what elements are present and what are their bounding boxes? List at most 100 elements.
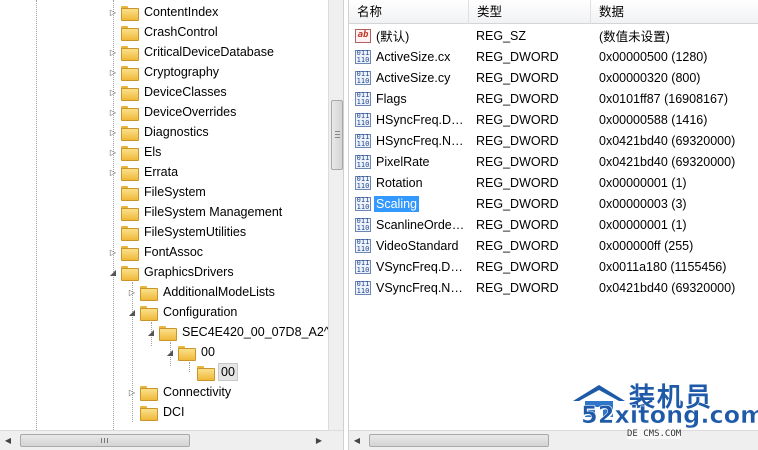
expand-arrow-icon[interactable]: ▷ bbox=[108, 47, 118, 57]
tree-item[interactable]: CrashControl bbox=[108, 22, 220, 42]
value-name-cell: 011 110 HSyncFreq.Nu... bbox=[349, 133, 469, 149]
folder-icon bbox=[121, 205, 139, 221]
tree-item[interactable]: ▷ Errata bbox=[108, 162, 180, 182]
tree-item[interactable]: FileSystem Management bbox=[108, 202, 284, 222]
value-type: REG_DWORD bbox=[476, 175, 559, 190]
scroll-grip-line bbox=[335, 137, 340, 138]
value-row[interactable]: 011 110 VideoStandard REG_DWORD 0x000000ff … bbox=[349, 235, 758, 256]
value-data: 0x0421bd40 (69320000) bbox=[599, 133, 736, 148]
collapse-arrow-icon[interactable]: ◢ bbox=[146, 327, 156, 337]
value-data: 0x0011a180 (1155456) bbox=[599, 259, 727, 274]
binary-value-icon: 011 110 bbox=[355, 111, 371, 127]
expand-arrow-icon[interactable]: ▷ bbox=[108, 247, 118, 257]
expand-arrow-icon[interactable]: ▷ bbox=[108, 147, 118, 157]
scroll-left-arrow-icon[interactable]: ◀ bbox=[0, 431, 16, 449]
column-header-name[interactable]: 名称 bbox=[349, 0, 469, 24]
tree-item[interactable]: ▷ Els bbox=[108, 142, 163, 162]
collapse-arrow-icon[interactable]: ◢ bbox=[127, 307, 137, 317]
tree-item-label: Els bbox=[144, 145, 162, 159]
tree-vertical-scroll-thumb[interactable] bbox=[331, 100, 343, 170]
value-type: REG_DWORD bbox=[476, 112, 559, 127]
value-name: ActiveSize.cy bbox=[376, 70, 451, 85]
folder-icon bbox=[121, 65, 139, 81]
list-horizontal-scroll-thumb[interactable] bbox=[369, 434, 549, 447]
tree-item[interactable]: ◢ 00 bbox=[165, 342, 217, 362]
value-name-cell: 011 110 Rotation bbox=[349, 175, 469, 191]
no-expander bbox=[184, 367, 194, 377]
tree-item[interactable]: DCI bbox=[127, 402, 187, 422]
binary-value-icon: 011 110 bbox=[355, 48, 371, 64]
tree-item[interactable]: ▷ Diagnostics bbox=[108, 122, 211, 142]
no-expander bbox=[108, 207, 118, 217]
value-row[interactable]: 011 110 Scaling REG_DWORD 0x00000003 (3) bbox=[349, 193, 758, 214]
tree-horizontal-scrollbar[interactable]: ◀ ▶ bbox=[0, 430, 343, 450]
tree-item-label: DeviceClasses bbox=[144, 85, 227, 99]
expand-arrow-icon[interactable]: ▷ bbox=[108, 67, 118, 77]
tree-item[interactable]: ◢ SEC4E420_00_07D8_A2^C bbox=[146, 322, 341, 342]
value-row[interactable]: 011 110 Flags REG_DWORD 0x0101ff87 (1690816… bbox=[349, 88, 758, 109]
value-data: 0x0101ff87 (16908167) bbox=[599, 91, 729, 106]
folder-icon bbox=[140, 385, 158, 401]
value-data: 0x00000588 (1416) bbox=[599, 112, 708, 127]
scroll-left-arrow-icon[interactable]: ◀ bbox=[349, 431, 365, 449]
value-type: REG_DWORD bbox=[476, 259, 559, 274]
registry-values-list[interactable]: 名称 类型 数据 ab (默认) REG_SZ (数值未设置) 011 110 Activ… bbox=[348, 0, 758, 450]
folder-icon bbox=[140, 405, 158, 421]
tree-item[interactable]: ▷ AdditionalModeLists bbox=[127, 282, 277, 302]
registry-key-tree[interactable]: ▷ ContentIndex CrashControl ▷ CriticalDevice… bbox=[0, 0, 344, 450]
column-header-type[interactable]: 类型 bbox=[469, 0, 591, 24]
expand-arrow-icon[interactable]: ▷ bbox=[108, 127, 118, 137]
expand-arrow-icon[interactable]: ▷ bbox=[108, 87, 118, 97]
value-name: HSyncFreq.Den... bbox=[376, 112, 469, 127]
value-row[interactable]: 011 110 HSyncFreq.Nu... REG_DWORD 0x0421bd4… bbox=[349, 130, 758, 151]
tree-item[interactable]: ▷ DeviceOverrides bbox=[108, 102, 238, 122]
value-row[interactable]: 011 110 VSyncFreq.Nu... REG_DWORD 0x0421bd4… bbox=[349, 277, 758, 298]
binary-value-icon: 011 110 bbox=[355, 216, 371, 232]
tree-item[interactable]: ▷ FontAssoc bbox=[108, 242, 205, 262]
tree-horizontal-scroll-thumb[interactable] bbox=[20, 434, 190, 447]
scroll-right-arrow-icon[interactable]: ▶ bbox=[311, 431, 327, 449]
folder-icon bbox=[121, 25, 139, 41]
tree-item[interactable]: ▷ ContentIndex bbox=[108, 2, 220, 22]
value-row[interactable]: ab (默认) REG_SZ (数值未设置) bbox=[349, 25, 758, 46]
value-row[interactable]: 011 110 ActiveSize.cy REG_DWORD 0x00000320 … bbox=[349, 67, 758, 88]
expand-arrow-icon[interactable]: ▷ bbox=[108, 107, 118, 117]
binary-value-icon: 011 110 bbox=[355, 195, 371, 211]
tree-item[interactable]: ▷ DeviceClasses bbox=[108, 82, 229, 102]
tree-item[interactable]: ◢ GraphicsDrivers bbox=[108, 262, 236, 282]
tree-item[interactable]: ▷ CriticalDeviceDatabase bbox=[108, 42, 276, 62]
folder-icon bbox=[178, 345, 196, 361]
collapse-arrow-icon[interactable]: ◢ bbox=[165, 347, 175, 357]
value-row[interactable]: 011 110 ActiveSize.cx REG_DWORD 0x00000500 … bbox=[349, 46, 758, 67]
tree-item[interactable]: 00 bbox=[184, 362, 238, 382]
tree-item[interactable]: FileSystem bbox=[108, 182, 208, 202]
tree-item[interactable]: FileSystemUtilities bbox=[108, 222, 248, 242]
expand-arrow-icon[interactable]: ▷ bbox=[108, 167, 118, 177]
binary-value-icon: 011 110 bbox=[355, 258, 371, 274]
value-type: REG_DWORD bbox=[476, 154, 559, 169]
tree-item-label: Errata bbox=[144, 165, 179, 179]
tree-item[interactable]: ▷ Cryptography bbox=[108, 62, 221, 82]
value-row[interactable]: 011 110 VSyncFreq.Den... REG_DWORD 0x0011a1… bbox=[349, 256, 758, 277]
tree-item[interactable]: ▷ Connectivity bbox=[127, 382, 233, 402]
tree-item[interactable]: ◢ Configuration bbox=[127, 302, 239, 322]
expand-arrow-icon[interactable]: ▷ bbox=[127, 387, 137, 397]
value-name: VSyncFreq.Nu... bbox=[376, 280, 468, 295]
tree-vertical-scrollbar[interactable] bbox=[328, 0, 343, 430]
value-data: 0x0421bd40 (69320000) bbox=[599, 280, 736, 295]
value-row[interactable]: 011 110 PixelRate REG_DWORD 0x0421bd40 (693… bbox=[349, 151, 758, 172]
tree-item-label: DCI bbox=[163, 405, 185, 419]
value-row[interactable]: 011 110 ScanlineOrderi... REG_DWORD 0x00000… bbox=[349, 214, 758, 235]
tree-item-label: CriticalDeviceDatabase bbox=[144, 45, 274, 59]
column-header-data[interactable]: 数据 bbox=[591, 0, 758, 24]
expand-arrow-icon[interactable]: ▷ bbox=[108, 7, 118, 17]
folder-icon bbox=[121, 165, 139, 181]
value-row[interactable]: 011 110 HSyncFreq.Den... REG_DWORD 0x000005… bbox=[349, 109, 758, 130]
value-row[interactable]: 011 110 Rotation REG_DWORD 0x00000001 (1) bbox=[349, 172, 758, 193]
expand-arrow-icon[interactable]: ▷ bbox=[127, 287, 137, 297]
scroll-grip-line bbox=[104, 438, 105, 443]
value-type: REG_DWORD bbox=[476, 280, 559, 295]
collapse-arrow-icon[interactable]: ◢ bbox=[108, 267, 118, 277]
folder-icon bbox=[121, 265, 139, 281]
value-data: 0x000000ff (255) bbox=[599, 238, 694, 253]
